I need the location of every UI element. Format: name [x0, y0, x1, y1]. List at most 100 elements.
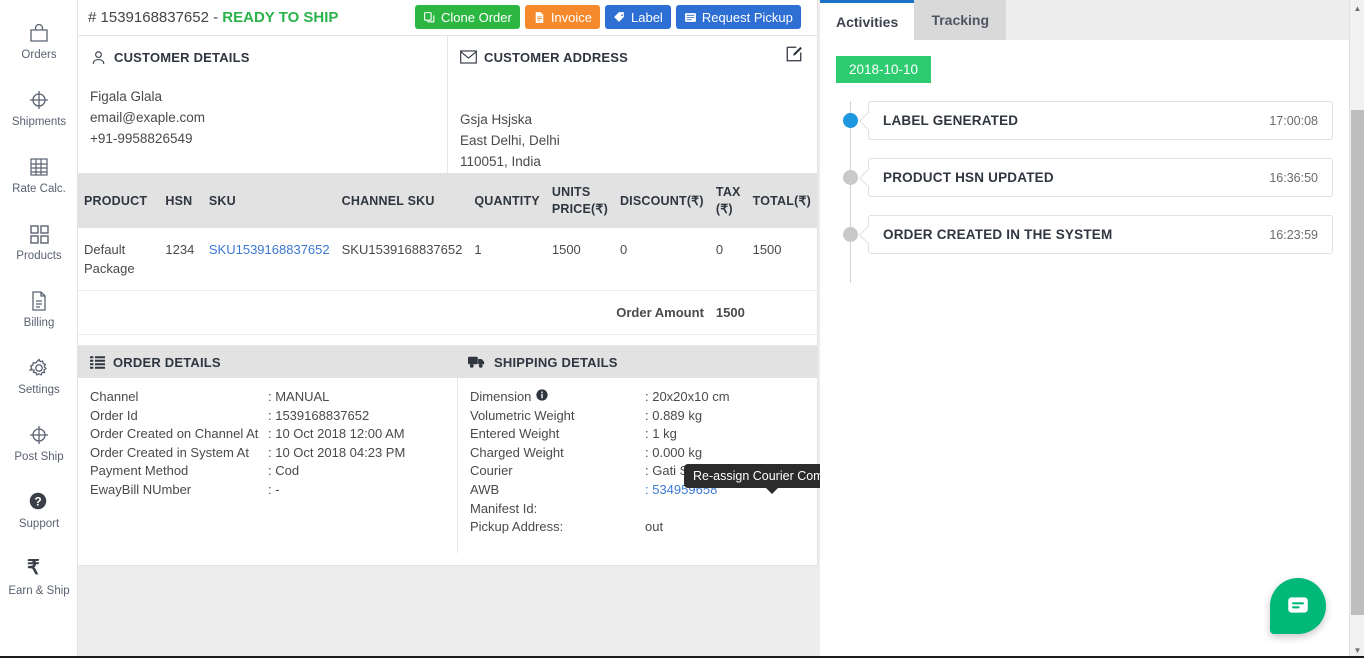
left-sidebar: Orders Shipments Rate Calc. Products Bil…	[0, 0, 78, 658]
detail-value: : Cod	[268, 463, 300, 479]
edit-address-icon[interactable]	[785, 45, 803, 63]
detail-key: Volumetric Weight	[470, 407, 575, 423]
gear-icon	[27, 356, 51, 380]
request-pickup-button[interactable]: Request Pickup	[675, 5, 801, 29]
cell-quantity: 1	[468, 228, 546, 291]
cell-hsn: 1234	[159, 228, 203, 291]
customer-address-heading-text: CUSTOMER ADDRESS	[484, 49, 629, 65]
label-button[interactable]: Label	[605, 5, 671, 29]
sku-link[interactable]: SKU1539168837652	[209, 242, 330, 257]
activities-panel: Activities Tracking 2018-10-10 LABEL GEN…	[820, 0, 1349, 658]
detail-key: Charged Weight	[470, 444, 564, 460]
sidebar-item-rate-calc[interactable]: Rate Calc.	[0, 142, 78, 209]
activities-tab-body: 2018-10-10 LABEL GENERATED 17:00:08 PROD…	[820, 40, 1349, 658]
invoice-button[interactable]: Invoice	[524, 5, 601, 29]
event-time: 17:00:08	[1269, 113, 1318, 128]
product-table-head: PRODUCT HSN SKU CHANNEL SKU QUANTITY UNI…	[78, 174, 817, 228]
detail-row: Order Created on Channel At : 10 Oct 201…	[90, 425, 457, 444]
th-quantity: QUANTITY	[468, 174, 546, 228]
detail-key: Manifest Id:	[470, 500, 538, 516]
cell-discount: 0	[613, 228, 710, 291]
event-time: 16:23:59	[1269, 227, 1318, 242]
detail-key: Pickup Address:	[470, 519, 564, 535]
detail-key-text: Dimension	[470, 389, 532, 404]
chat-bubble-icon	[1285, 592, 1311, 621]
table-header-row: PRODUCT HSN SKU CHANNEL SKU QUANTITY UNI…	[78, 174, 817, 228]
customer-address-pane: CUSTOMER ADDRESS Gsja Hsjska East Delhi,…	[448, 36, 817, 173]
cell-units-price: 1500	[545, 228, 614, 291]
timeline-event-box[interactable]: ORDER CREATED IN THE SYSTEM 16:23:59	[868, 215, 1333, 254]
sidebar-label: Support	[18, 518, 60, 531]
event-title: ORDER CREATED IN THE SYSTEM	[883, 227, 1113, 242]
activity-date-chip: 2018-10-10	[836, 56, 932, 83]
rupee-icon: ₹	[27, 557, 40, 580]
page-scrollbar[interactable]: ▲ ▼	[1349, 0, 1364, 658]
order-detail-card: # 1539168837652 - READY TO SHIP Clone Or…	[78, 0, 1169, 566]
detail-row: Volumetric Weight : 0.889 kg	[470, 407, 817, 426]
crosshair-icon	[27, 423, 51, 447]
detail-row: Order Id : 1539168837652	[90, 407, 457, 426]
truck-icon	[468, 355, 486, 369]
scrollbar-thumb[interactable]	[1351, 110, 1364, 615]
sidebar-item-support[interactable]: ? Support	[0, 477, 78, 544]
timeline-event-box[interactable]: LABEL GENERATED 17:00:08	[868, 101, 1333, 140]
info-icon[interactable]	[536, 388, 549, 407]
sidebar-item-products[interactable]: Products	[0, 209, 78, 276]
detail-value: out	[645, 519, 664, 535]
address-line-2: East Delhi, Delhi	[460, 133, 560, 148]
tag-icon	[613, 11, 626, 24]
sidebar-item-billing[interactable]: Billing	[0, 276, 78, 343]
detail-row: Order Created in System At : 10 Oct 2018…	[90, 444, 457, 463]
detail-row: Entered Weight : 1 kg	[470, 425, 817, 444]
detail-value: : MANUAL	[268, 389, 330, 404]
customer-phone: +91-9958826549	[90, 131, 193, 146]
cell-sku[interactable]: SKU1539168837652	[202, 228, 336, 291]
details-section-header: ORDER DETAILS SHIPPING DETAILS	[78, 346, 817, 378]
sidebar-item-orders[interactable]: Orders	[0, 8, 78, 75]
detail-row: Pickup Address: out	[470, 518, 817, 537]
tab-tracking[interactable]: Tracking	[914, 0, 1007, 40]
detail-value: : 10 Oct 2018 12:00 AM	[268, 426, 405, 442]
tab-activities[interactable]: Activities	[820, 0, 915, 40]
shipping-details-heading-text: SHIPPING DETAILS	[494, 354, 618, 370]
scroll-up-icon[interactable]: ▲	[1350, 0, 1364, 16]
th-sku: SKU	[202, 174, 336, 228]
timeline-event-box[interactable]: PRODUCT HSN UPDATED 16:36:50	[868, 158, 1333, 197]
sidebar-item-settings[interactable]: Settings	[0, 343, 78, 410]
event-time: 16:36:50	[1269, 170, 1318, 185]
detail-value: : 10 Oct 2018 04:23 PM	[268, 444, 406, 460]
copy-icon	[423, 11, 436, 24]
list-item[interactable]: LABEL GENERATED 17:00:08	[836, 101, 1333, 140]
detail-value: : 0.000 kg	[645, 444, 703, 460]
sidebar-item-earn-and-ship[interactable]: ₹ Earn & Ship	[0, 544, 78, 611]
detail-key: Order Id	[90, 407, 138, 423]
details-section: ORDER DETAILS SHIPPING DETAILS Channel:…	[78, 345, 1169, 553]
detail-value: : 0.889 kg	[645, 407, 703, 423]
order-details-heading: ORDER DETAILS	[78, 355, 458, 370]
sidebar-item-post-ship[interactable]: Post Ship	[0, 410, 78, 477]
detail-value: : 1539168837652	[268, 407, 370, 423]
list-item[interactable]: ORDER CREATED IN THE SYSTEM 16:23:59	[836, 215, 1333, 254]
sidebar-item-shipments[interactable]: Shipments	[0, 75, 78, 142]
chat-bubble-button[interactable]	[1270, 578, 1326, 634]
sidebar-label: Products	[16, 250, 62, 263]
detail-key: Courier	[470, 463, 513, 479]
question-circle-icon: ?	[27, 490, 51, 514]
shipping-details-heading: SHIPPING DETAILS	[458, 355, 618, 370]
grid-icon	[27, 222, 51, 246]
detail-key: EwayBill NUmber	[90, 481, 192, 497]
order-details-list: Channel : MANUAL Order Id : 153916883765…	[78, 378, 458, 553]
cell-total: 1500	[746, 228, 817, 291]
footer-background	[78, 566, 820, 658]
customer-details-body: Figala Glala email@exaple.com +91-995882…	[90, 86, 435, 149]
address-line-3: 110051, India	[460, 154, 541, 169]
invoice-label: Invoice	[550, 9, 593, 25]
detail-key: Payment Method	[90, 463, 189, 479]
clone-order-button[interactable]: Clone Order	[415, 5, 520, 29]
panel-tabs: Activities Tracking	[820, 0, 1349, 40]
sidebar-label: Earn & Ship	[8, 585, 70, 598]
detail-row: Charged Weight : 0.000 kg	[470, 444, 817, 463]
bag-icon	[27, 21, 51, 45]
detail-row: Manifest Id:	[470, 500, 817, 519]
list-item[interactable]: PRODUCT HSN UPDATED 16:36:50	[836, 158, 1333, 197]
